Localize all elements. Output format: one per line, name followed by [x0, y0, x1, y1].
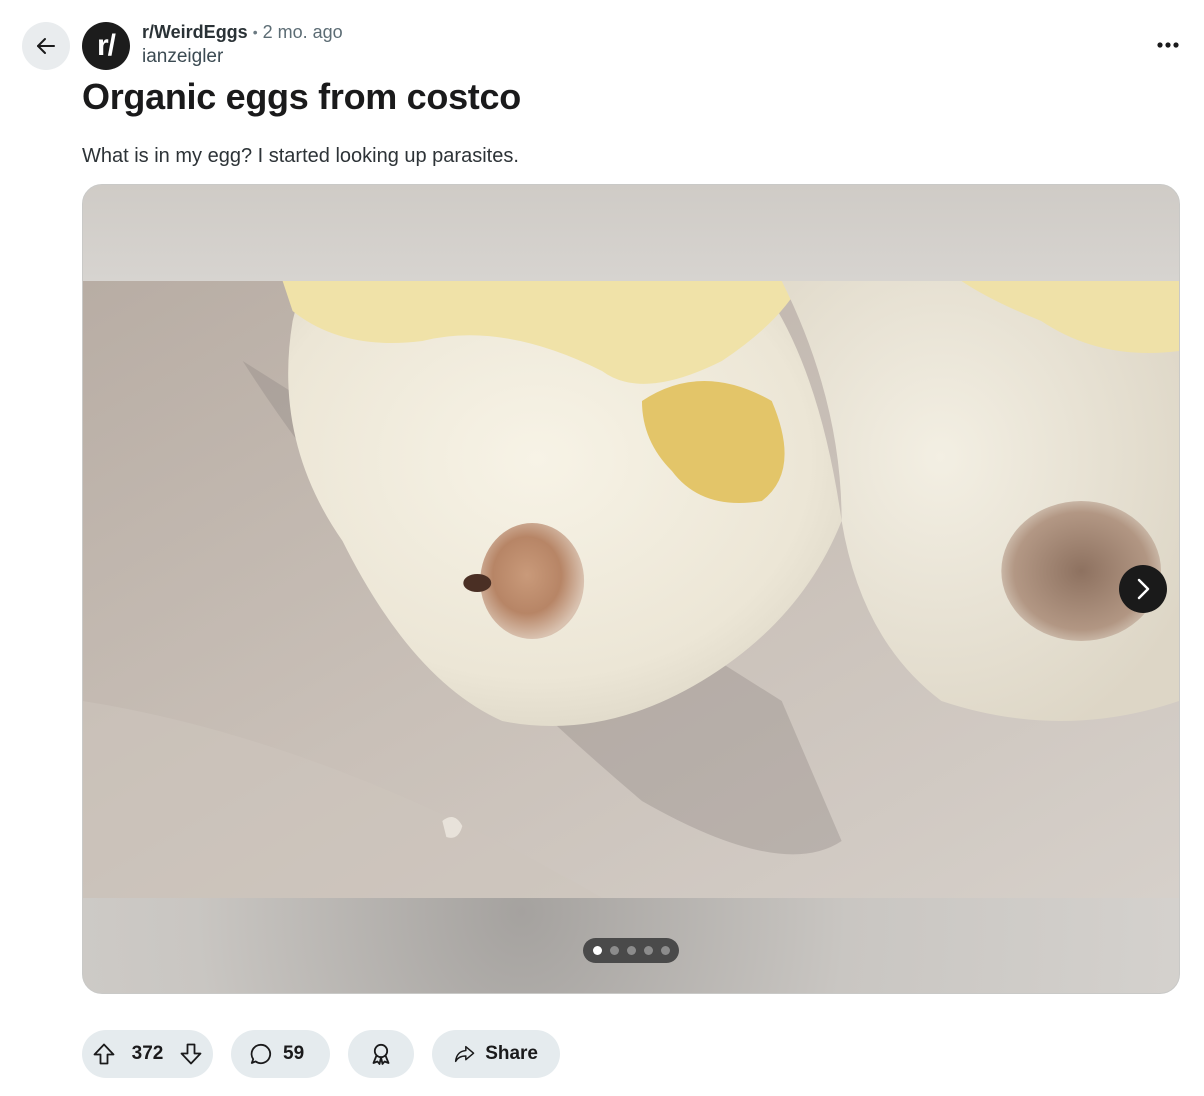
pager-dot[interactable] [660, 946, 670, 955]
pager-dot[interactable] [592, 946, 602, 955]
share-arrow-icon [454, 1045, 475, 1063]
pager-dot[interactable] [643, 946, 653, 955]
award-button[interactable] [348, 1030, 414, 1078]
vote-control: 372 [82, 1030, 213, 1078]
gallery-pager [583, 938, 679, 963]
post-body: What is in my egg? I started looking up … [82, 145, 519, 167]
post-meta: r/WeirdEggs • 2 mo. ago ianzeigler [142, 22, 343, 68]
chevron-right-icon [1137, 578, 1150, 600]
post-actions: 372 59 Share [82, 1030, 560, 1078]
next-image-button[interactable] [1119, 565, 1167, 613]
pager-dot[interactable] [626, 946, 636, 955]
subreddit-link[interactable]: r/WeirdEggs [142, 22, 248, 44]
post-image [83, 281, 1179, 898]
award-ribbon-icon [372, 1043, 390, 1065]
meta-separator: • [252, 24, 258, 41]
comment-count: 59 [283, 1043, 305, 1064]
comment-bubble-icon [250, 1043, 272, 1065]
pager-dot[interactable] [609, 946, 619, 955]
vote-count: 372 [131, 1043, 164, 1064]
image-gallery[interactable] [82, 184, 1180, 994]
more-options-button[interactable] [1150, 30, 1186, 60]
share-label: Share [485, 1043, 538, 1064]
post-title: Organic eggs from costco [82, 76, 521, 117]
gallery-backdrop [83, 185, 1179, 281]
author-link[interactable]: ianzeigler [142, 46, 343, 69]
back-button[interactable] [22, 22, 70, 70]
downvote-arrow-icon[interactable] [179, 1042, 203, 1066]
subreddit-avatar[interactable]: r/ [82, 22, 130, 70]
post-time: 2 mo. ago [262, 22, 343, 42]
comments-button[interactable]: 59 [231, 1030, 330, 1078]
more-horizontal-icon [1157, 42, 1179, 48]
arrow-left-icon [37, 38, 55, 54]
upvote-arrow-icon[interactable] [92, 1042, 116, 1066]
share-button[interactable]: Share [432, 1030, 560, 1078]
